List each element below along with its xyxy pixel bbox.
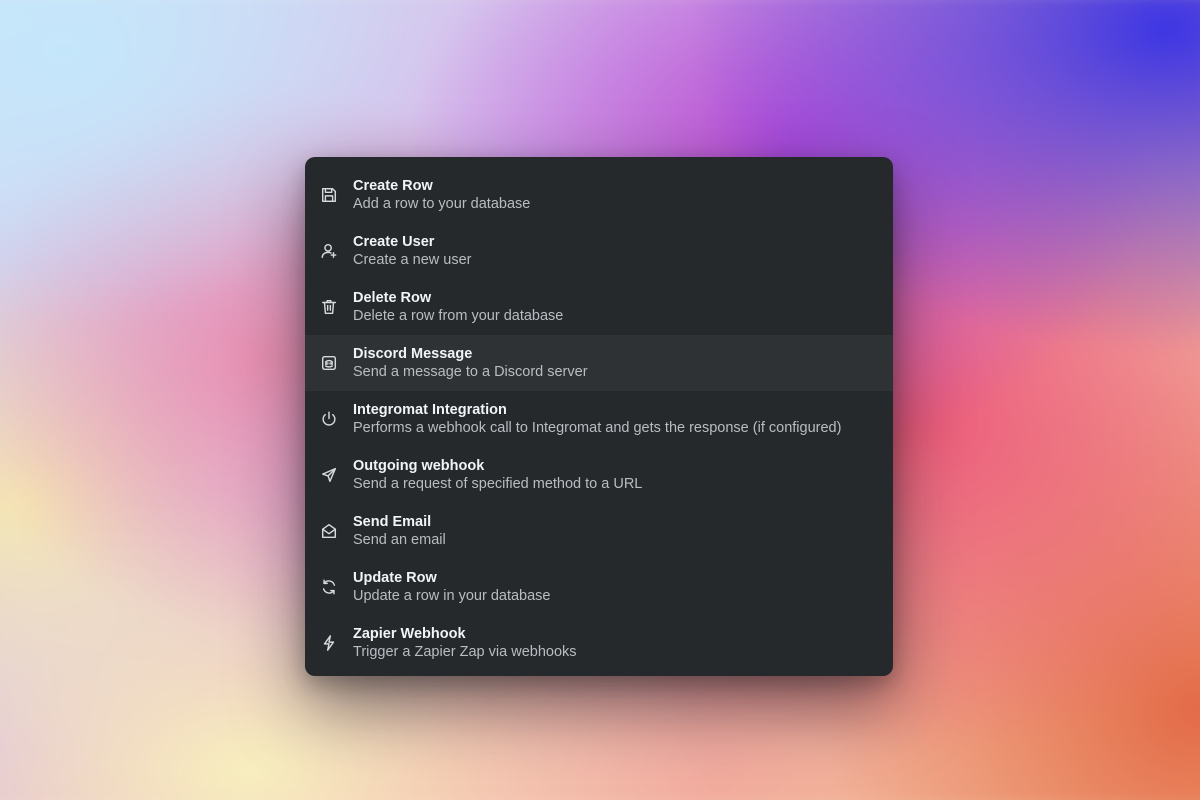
menu-item-title: Delete Row [353, 290, 432, 306]
menu-item-description: Send an email [353, 532, 446, 548]
menu-item-title: Outgoing webhook [353, 458, 485, 474]
menu-item-update-row[interactable]: Update Row Update a row in your database [305, 559, 893, 615]
menu-item-title: Integromat Integration [353, 402, 507, 418]
menu-item-description: Performs a webhook call to Integromat an… [353, 420, 842, 436]
menu-item-description: Send a message to a Discord server [353, 364, 588, 380]
menu-item-title: Create User [353, 234, 435, 250]
discord-icon [319, 353, 339, 373]
menu-item-description: Update a row in your database [353, 588, 551, 604]
menu-item-description: Add a row to your database [353, 196, 531, 212]
menu-item-title: Update Row [353, 570, 437, 586]
menu-item-title: Create Row [353, 178, 433, 194]
action-menu: Create Row Add a row to your database Cr… [305, 157, 893, 676]
menu-item-delete-row[interactable]: Delete Row Delete a row from your databa… [305, 279, 893, 335]
mail-open-icon [319, 521, 339, 541]
menu-item-send-email[interactable]: Send Email Send an email [305, 503, 893, 559]
refresh-icon [319, 577, 339, 597]
lightning-icon [319, 633, 339, 653]
menu-item-discord-message[interactable]: Discord Message Send a message to a Disc… [305, 335, 893, 391]
menu-item-description: Trigger a Zapier Zap via webhooks [353, 644, 577, 660]
menu-item-create-row[interactable]: Create Row Add a row to your database [305, 167, 893, 223]
send-icon [319, 465, 339, 485]
user-plus-icon [319, 241, 339, 261]
menu-item-title: Send Email [353, 514, 432, 530]
menu-item-description: Send a request of specified method to a … [353, 476, 643, 492]
menu-item-create-user[interactable]: Create User Create a new user [305, 223, 893, 279]
menu-item-integromat-integration[interactable]: Integromat Integration Performs a webhoo… [305, 391, 893, 447]
menu-item-title: Zapier Webhook [353, 626, 466, 642]
save-icon [319, 185, 339, 205]
menu-item-description: Create a new user [353, 252, 472, 268]
menu-item-title: Discord Message [353, 346, 473, 362]
power-icon [319, 409, 339, 429]
menu-item-outgoing-webhook[interactable]: Outgoing webhook Send a request of speci… [305, 447, 893, 503]
trash-icon [319, 297, 339, 317]
menu-item-zapier-webhook[interactable]: Zapier Webhook Trigger a Zapier Zap via … [305, 615, 893, 671]
menu-item-description: Delete a row from your database [353, 308, 564, 324]
